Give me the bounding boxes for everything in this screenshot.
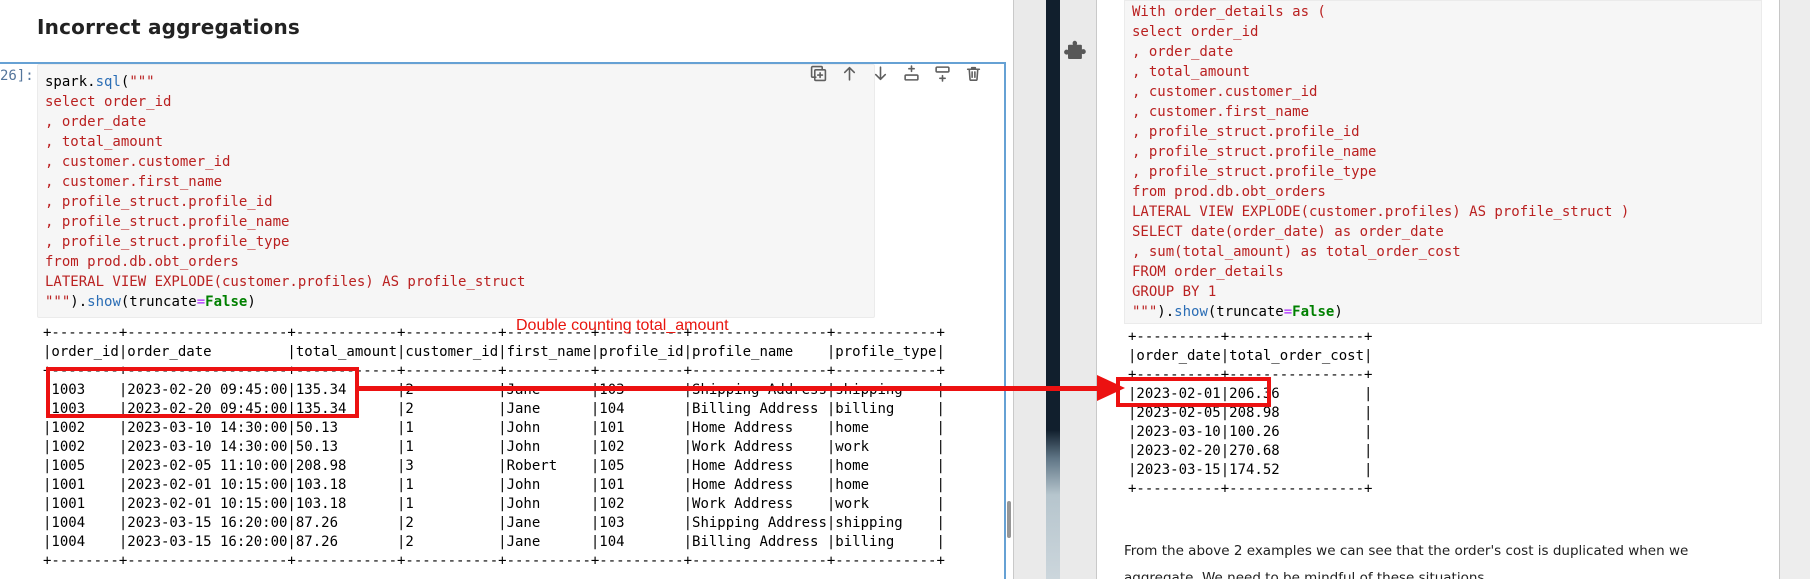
query-output-table-left: +--------+-------------------+----------… xyxy=(43,324,945,571)
annotation-arrow-line xyxy=(357,386,1098,391)
annotation-box-aggregated-row xyxy=(1116,377,1271,407)
insert-cell-below-icon[interactable] xyxy=(934,65,951,82)
cell-toolbar xyxy=(810,65,982,82)
delete-cell-icon[interactable] xyxy=(965,65,982,82)
left-panel-scrollbar-thumb[interactable] xyxy=(1007,501,1011,538)
query-output-table-right: +----------+----------------+ |order_dat… xyxy=(1128,328,1372,499)
notebook-split-view: Incorrect aggregations 26]: spark.sql(""… xyxy=(0,0,1810,579)
sql-code-left[interactable]: spark.sql("""select order_id, order_date… xyxy=(45,72,525,312)
puzzle-piece-icon[interactable] xyxy=(1063,39,1087,63)
sql-code-right[interactable]: With order_details as (select order_id, … xyxy=(1132,2,1629,322)
annotation-box-duplicated-rows xyxy=(46,367,359,418)
duplicate-cell-icon[interactable] xyxy=(810,65,827,82)
panel-divider-bar[interactable] xyxy=(1046,0,1060,579)
annotation-label: Double counting total_amount xyxy=(516,317,729,335)
move-cell-down-icon[interactable] xyxy=(872,65,889,82)
markdown-note: From the above 2 examples we can see tha… xyxy=(1124,538,1699,579)
insert-cell-above-icon[interactable] xyxy=(903,65,920,82)
move-cell-up-icon[interactable] xyxy=(841,65,858,82)
right-panel-scrollbar-track[interactable] xyxy=(1779,0,1810,579)
cell-execution-prompt: 26]: xyxy=(0,68,34,84)
section-heading: Incorrect aggregations xyxy=(37,15,300,39)
